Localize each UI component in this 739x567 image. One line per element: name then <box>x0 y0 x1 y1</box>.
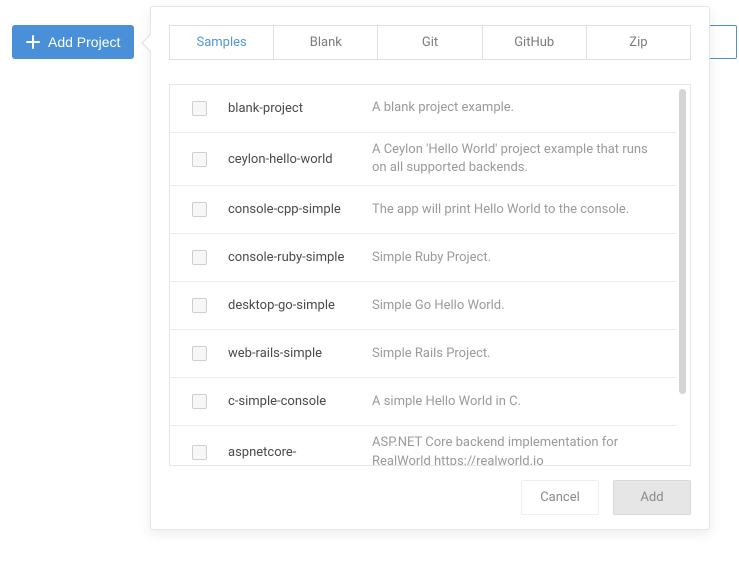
sample-name: blank-project <box>228 101 372 116</box>
sample-name: console-cpp-simple <box>228 202 372 217</box>
samples-list: blank-project A blank project example. c… <box>169 84 691 466</box>
row-checkbox[interactable] <box>192 101 207 116</box>
list-item: console-cpp-simple The app will print He… <box>170 186 676 234</box>
row-checkbox[interactable] <box>192 202 207 217</box>
dialog-footer: Cancel Add <box>169 480 691 515</box>
row-checkbox[interactable] <box>192 445 207 460</box>
list-item: web-rails-simple Simple Rails Project. <box>170 330 676 378</box>
row-checkbox[interactable] <box>192 394 207 409</box>
sample-name: c-simple-console <box>228 394 372 409</box>
sample-description: A Ceylon 'Hello World' project example t… <box>372 141 676 177</box>
list-item: console-ruby-simple Simple Ruby Project. <box>170 234 676 282</box>
sample-description: ASP.NET Core backend implementation for … <box>372 434 676 465</box>
cancel-button[interactable]: Cancel <box>521 480 599 515</box>
sample-description: Simple Rails Project. <box>372 345 676 363</box>
list-item: c-simple-console A simple Hello World in… <box>170 378 676 426</box>
sample-name: console-ruby-simple <box>228 250 372 265</box>
sample-description: Simple Go Hello World. <box>372 297 676 315</box>
row-checkbox[interactable] <box>192 346 207 361</box>
tab-samples[interactable]: Samples <box>170 26 274 59</box>
scrollbar[interactable] <box>679 89 686 394</box>
add-project-label: Add Project <box>48 34 120 50</box>
plus-icon <box>26 35 40 49</box>
tab-blank[interactable]: Blank <box>274 26 378 59</box>
sample-description: A blank project example. <box>372 99 676 117</box>
source-tabs: Samples Blank Git GitHub Zip <box>169 25 691 60</box>
sample-name: ceylon-hello-world <box>228 152 372 167</box>
add-button[interactable]: Add <box>613 480 691 515</box>
list-item: desktop-go-simple Simple Go Hello World. <box>170 282 676 330</box>
list-item: ceylon-hello-world A Ceylon 'Hello World… <box>170 133 676 186</box>
tab-git[interactable]: Git <box>378 26 482 59</box>
sample-description: The app will print Hello World to the co… <box>372 201 676 219</box>
sample-name: desktop-go-simple <box>228 298 372 313</box>
sample-description: A simple Hello World in C. <box>372 393 676 411</box>
add-project-popover: Samples Blank Git GitHub Zip blank-proje… <box>150 6 710 530</box>
sample-description: Simple Ruby Project. <box>372 249 676 267</box>
row-checkbox[interactable] <box>192 298 207 313</box>
sample-name: web-rails-simple <box>228 346 372 361</box>
list-item: aspnetcore- ASP.NET Core backend impleme… <box>170 426 676 465</box>
tab-github[interactable]: GitHub <box>483 26 587 59</box>
row-checkbox[interactable] <box>192 250 207 265</box>
list-item: blank-project A blank project example. <box>170 85 676 133</box>
add-project-button[interactable]: Add Project <box>12 25 134 59</box>
tab-zip[interactable]: Zip <box>587 26 690 59</box>
sample-name: aspnetcore- <box>228 445 372 460</box>
row-checkbox[interactable] <box>192 152 207 167</box>
